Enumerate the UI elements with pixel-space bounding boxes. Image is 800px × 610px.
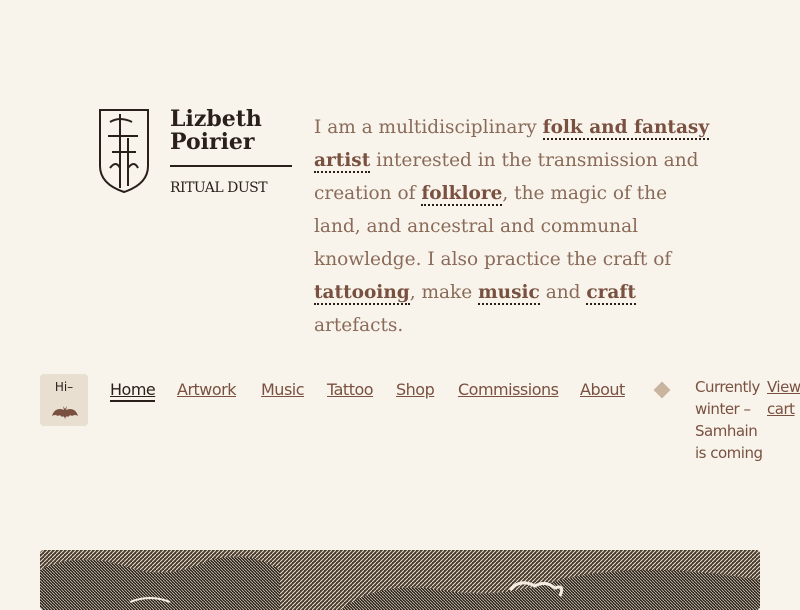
greeting-badge[interactable]: Hi– — [40, 374, 88, 426]
greeting-label: Hi– — [54, 380, 74, 394]
nav-item-home[interactable]: Home — [110, 380, 156, 402]
diamond-icon — [653, 381, 671, 399]
nav-item-artwork[interactable]: Artwork — [177, 380, 237, 399]
nav-item-tattoo[interactable]: Tattoo — [327, 380, 374, 399]
nav-item-music[interactable]: Music — [261, 380, 305, 399]
hero-artwork-image — [40, 550, 760, 610]
view-cart-link[interactable]: View cart — [767, 376, 800, 420]
brand-logo-block[interactable]: Lizbeth Poirier RITUAL DUST — [98, 108, 298, 198]
nav-item-commissions[interactable]: Commissions — [458, 380, 559, 399]
site-title: Lizbeth Poirier — [170, 108, 262, 154]
bat-icon — [52, 406, 78, 419]
title-divider — [170, 165, 292, 167]
intro-text-4: , make — [409, 282, 479, 303]
link-folklore[interactable]: folklore — [421, 183, 503, 206]
site-title-first: Lizbeth — [170, 106, 262, 132]
intro-text-6: artefacts. — [314, 315, 404, 336]
link-craft[interactable]: craft — [586, 282, 636, 305]
intro-paragraph: I am a multidisciplinary folk and fantas… — [314, 111, 714, 342]
nav-item-shop[interactable]: Shop — [396, 380, 435, 399]
nav-item-about[interactable]: About — [580, 380, 625, 399]
season-announcement: Currently winter – Samhain is coming — [695, 378, 763, 462]
intro-text-5: and — [539, 282, 587, 303]
link-tattooing[interactable]: tattooing — [314, 282, 410, 305]
site-title-last: Poirier — [170, 129, 255, 155]
shield-sigil-icon — [99, 109, 149, 194]
intro-text-1: I am a multidisciplinary — [314, 117, 543, 138]
site-tagline: RITUAL DUST — [170, 180, 268, 196]
link-music[interactable]: music — [478, 282, 540, 305]
